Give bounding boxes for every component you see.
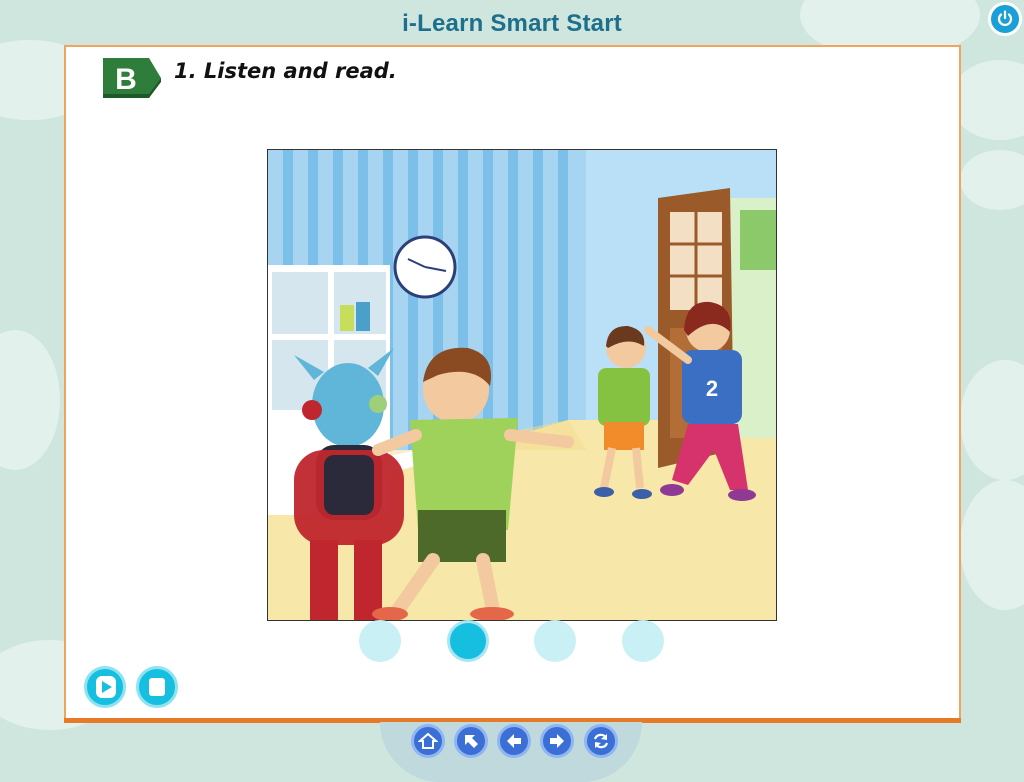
play-icon [96,676,116,698]
section-badge-letter: B [115,63,137,96]
page-dot-1[interactable] [359,620,401,662]
arrow-right-icon [550,734,564,748]
next-button[interactable] [540,724,574,758]
refresh-button[interactable] [584,724,618,758]
home-icon [418,732,438,749]
background-cloud [950,60,1024,140]
background-cloud [0,330,60,470]
play-button[interactable] [84,666,126,708]
section-badge: B [103,58,161,98]
background-cloud [960,150,1024,210]
arrow-up-left-icon [465,735,478,748]
previous-button[interactable] [497,724,531,758]
refresh-icon [593,733,609,749]
back-to-menu-button[interactable] [454,724,488,758]
background-cloud [960,480,1024,610]
page-dot-4[interactable] [622,620,664,662]
app-title: i-Learn Smart Start [402,10,622,37]
background-cloud [960,360,1024,480]
power-icon [997,10,1013,26]
wall-clock [393,235,457,299]
home-button[interactable] [411,724,445,758]
stop-icon [149,678,165,696]
stop-button[interactable] [136,666,178,708]
power-button[interactable] [988,2,1022,36]
jersey-number: 2 [706,376,718,401]
lesson-panel: B 1. Listen and read. 2 [64,45,961,722]
story-illustration-art: 2 [268,150,776,620]
page-dot-3[interactable] [534,620,576,662]
story-illustration: 2 [267,149,777,621]
exercise-heading: 1. Listen and read. [174,59,397,83]
page-dot-2[interactable] [447,620,489,662]
arrow-left-icon [507,734,521,748]
